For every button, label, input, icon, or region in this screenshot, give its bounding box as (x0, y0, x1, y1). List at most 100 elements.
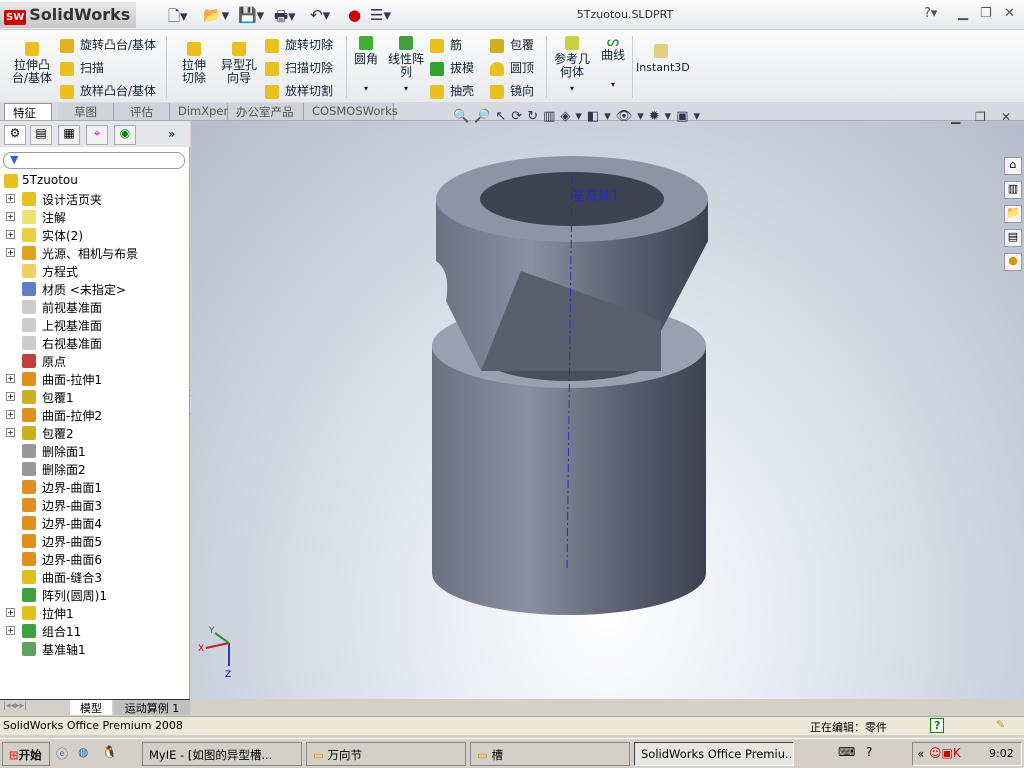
task-pane-library-icon[interactable]: ▥ (1004, 181, 1022, 199)
configuration-manager-tab-icon[interactable]: ▦ (58, 125, 80, 145)
solidworks-menu-button[interactable]: SWSolidWorks ▸ (0, 2, 136, 44)
expand-toggle-icon[interactable]: + (6, 608, 15, 617)
expand-toggle-icon[interactable]: + (6, 374, 15, 383)
expand-toggle-icon[interactable]: + (6, 194, 15, 203)
expand-toggle-icon[interactable]: + (6, 248, 15, 257)
expand-toggle-icon[interactable]: + (6, 230, 15, 239)
task-pane-explorer-icon[interactable]: 📁 (1004, 205, 1022, 223)
sweep-button[interactable]: 扫描 (60, 59, 104, 76)
restore-button[interactable]: ❐ (980, 6, 992, 21)
tab-scroll-arrows[interactable]: |◂◂▸▸| (3, 701, 27, 711)
task-pane-view-palette-icon[interactable]: ▤ (1004, 229, 1022, 247)
linear-pattern-button[interactable]: 线性阵列 ▾ (386, 36, 426, 95)
taskbar-item-folder-2[interactable]: ▭ 槽 (470, 742, 630, 766)
myie-icon[interactable]: ◍ (78, 745, 88, 759)
expand-toggle-icon[interactable]: + (6, 392, 15, 401)
tree-item[interactable]: 边界-曲面5 (0, 532, 188, 550)
tab-sketch[interactable]: 草图 (58, 103, 114, 120)
taskbar-item-folder-1[interactable]: ▭ 万向节 (306, 742, 466, 766)
dimxpert-manager-tab-icon[interactable]: ⌖ (86, 125, 108, 145)
tab-cosmosworks[interactable]: COSMOSWorks (304, 103, 398, 120)
tray-expand-icon[interactable]: « (917, 747, 924, 761)
graphics-area[interactable]: 🔍🔎↖⟳↻▥◈▾◧▾👁▾✹▾▣▾ ▁ ❐ ✕ 基准轴1 Y X Z ⌂ ▥ 📁 … (191, 109, 1024, 699)
start-button[interactable]: ⊞开始 (2, 742, 50, 766)
tree-item[interactable]: 上视基准面 (0, 316, 188, 334)
tree-item[interactable]: 边界-曲面4 (0, 514, 188, 532)
expand-toggle-icon[interactable]: + (6, 428, 15, 437)
tab-dimxpert[interactable]: DimXpert (170, 103, 233, 120)
loft-cut-button[interactable]: 放样切割 (265, 82, 333, 99)
rebuild-icon[interactable]: ● (348, 6, 361, 24)
help-icon[interactable]: ? (930, 718, 945, 733)
wrap-button[interactable]: 包覆 (490, 36, 534, 53)
expand-toggle-icon[interactable]: + (6, 626, 15, 635)
notes-icon[interactable]: ✎ (996, 718, 1005, 731)
tree-item[interactable]: 边界-曲面3 (0, 496, 188, 514)
tree-item[interactable]: + 曲面-拉伸2 (0, 406, 188, 424)
tree-root[interactable]: 5Tzuotou (0, 172, 188, 190)
ie-icon[interactable]: ⓔ (56, 745, 68, 762)
tab-motion-study[interactable]: 运动算例 1 (114, 700, 190, 715)
tab-model[interactable]: 模型 (70, 700, 112, 715)
save-icon[interactable]: 💾▾ (238, 6, 264, 24)
revolve-cut-button[interactable]: 旋转切除 (265, 36, 333, 53)
task-pane-appearance-icon[interactable]: ● (1004, 253, 1022, 271)
print-icon[interactable]: 🖶▾ (274, 6, 296, 31)
tab-features[interactable]: 特征 (4, 103, 52, 120)
dome-button[interactable]: 圆顶 (490, 59, 534, 76)
tray-apps-icon[interactable]: ☺▣K (929, 746, 961, 760)
tree-item[interactable]: 删除面2 (0, 460, 188, 478)
tree-item[interactable]: + 设计活页夹 (0, 190, 188, 208)
draft-button[interactable]: 拔模 (430, 59, 474, 76)
shell-button[interactable]: 抽壳 (430, 82, 474, 99)
tree-item[interactable]: 边界-曲面6 (0, 550, 188, 568)
expand-toggle-icon[interactable]: + (6, 212, 15, 221)
tree-item[interactable]: 边界-曲面1 (0, 478, 188, 496)
tree-item[interactable]: 删除面1 (0, 442, 188, 460)
tree-item[interactable]: + 光源、相机与布景 (0, 244, 188, 262)
qq-icon[interactable]: 🐧 (102, 745, 117, 759)
part-model[interactable]: 基准轴1 Y X Z (191, 121, 1024, 699)
options-icon[interactable]: ☰▾ (370, 6, 391, 24)
expand-toggle-icon[interactable]: + (6, 410, 15, 419)
tree-item[interactable]: + 曲面-拉伸1 (0, 370, 188, 388)
help-tray-icon[interactable]: ? (866, 745, 872, 759)
task-pane-home-icon[interactable]: ⌂ (1004, 157, 1022, 175)
extrude-boss-button[interactable]: 拉伸凸台/基体 (10, 42, 54, 85)
mirror-button[interactable]: 镜向 (490, 82, 534, 99)
sweep-cut-button[interactable]: 扫描切除 (265, 59, 333, 76)
revolve-boss-button[interactable]: 旋转凸台/基体 (60, 36, 156, 53)
tree-item[interactable]: + 实体(2) (0, 226, 188, 244)
keyboard-icon[interactable]: ⌨ (838, 745, 855, 759)
expand-chevron-icon[interactable]: » (168, 127, 175, 141)
reference-geometry-button[interactable]: 参考几何体 ▾ (552, 36, 592, 95)
tree-item[interactable]: + 注解 (0, 208, 188, 226)
tree-item[interactable]: + 组合11 (0, 622, 188, 640)
fillet-button[interactable]: 圆角 ▾ (352, 36, 380, 95)
curves-button[interactable]: ᔕ 曲线 ▾ (598, 35, 628, 91)
tree-item[interactable]: 前视基准面 (0, 298, 188, 316)
minimize-button[interactable]: ▁ (958, 6, 968, 21)
taskbar-item-myie[interactable]: MyIE - [如图的异型槽... (142, 742, 302, 766)
tree-item[interactable]: + 包覆2 (0, 424, 188, 442)
tree-item[interactable]: 基准轴1 (0, 640, 188, 658)
tree-item[interactable]: + 包覆1 (0, 388, 188, 406)
tree-item[interactable]: 曲面-缝合3 (0, 568, 188, 586)
tree-filter-input[interactable]: ▼ (3, 152, 185, 169)
display-manager-tab-icon[interactable]: ◉ (114, 125, 136, 145)
new-icon[interactable]: 🗋▾ (168, 6, 188, 31)
extrude-cut-button[interactable]: 拉伸切除 (172, 42, 216, 85)
property-manager-tab-icon[interactable]: ▤ (30, 125, 52, 145)
open-icon[interactable]: 📂▾ (203, 6, 229, 24)
tree-item[interactable]: + 拉伸1 (0, 604, 188, 622)
close-button[interactable]: ✕ (1004, 6, 1015, 21)
tab-office-products[interactable]: 办公室产品 (228, 103, 304, 120)
loft-boss-button[interactable]: 放样凸台/基体 (60, 82, 156, 99)
tree-item[interactable]: 原点 (0, 352, 188, 370)
undo-icon[interactable]: ↶▾ (310, 6, 330, 24)
rib-button[interactable]: 筋 (430, 36, 462, 53)
tab-evaluate[interactable]: 评估 (114, 103, 170, 120)
hole-wizard-button[interactable]: 异型孔向导 (218, 42, 260, 85)
tree-item[interactable]: 右视基准面 (0, 334, 188, 352)
feature-manager-tab-icon[interactable]: ⚙ (4, 125, 26, 145)
